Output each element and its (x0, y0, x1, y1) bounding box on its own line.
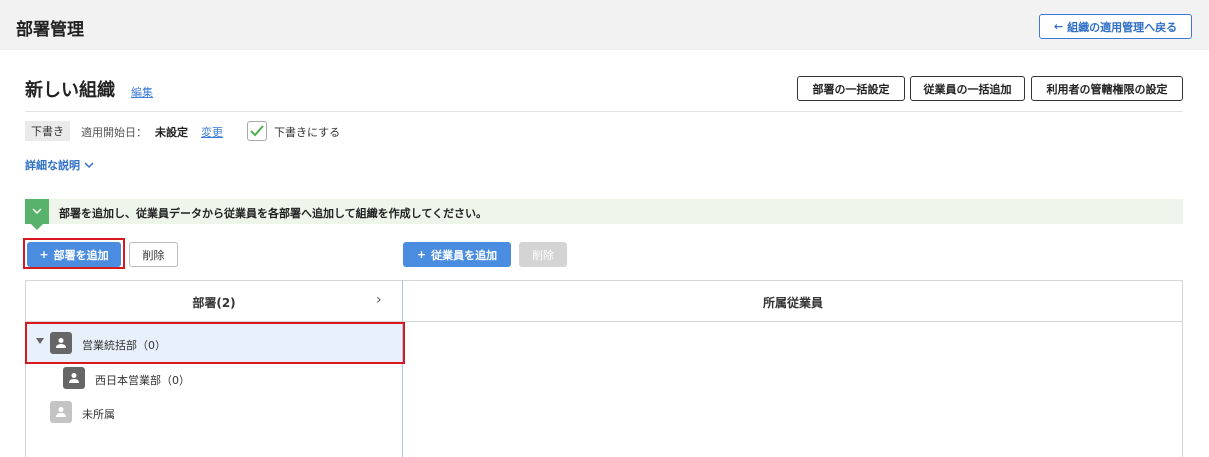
chevron-down-icon (84, 161, 94, 168)
plus-icon: + (416, 248, 427, 261)
detailed-description-label: 詳細な説明 (25, 159, 80, 172)
person-icon (50, 332, 72, 354)
start-date-value: 未設定 (155, 126, 188, 139)
tree-item-label[interactable]: 未所属 (82, 406, 115, 422)
delete-employee-button: 削除 (519, 242, 567, 267)
info-banner-tail (31, 224, 43, 230)
detailed-description-toggle[interactable]: 詳細な説明 (25, 157, 94, 173)
draft-badge: 下書き (25, 121, 70, 141)
checkmark-icon (250, 125, 264, 137)
delete-department-button[interactable]: 削除 (129, 242, 178, 267)
add-department-button[interactable]: + 部署を追加 (27, 242, 121, 267)
change-start-date-link[interactable]: 変更 (201, 124, 223, 140)
caret-down-icon[interactable] (36, 338, 44, 344)
divider (25, 111, 1183, 112)
info-message: 部署を追加し、従業員データから従業員を各部署へ追加して組織を作成してください。 (59, 207, 488, 220)
back-button-label: 組織の適用管理へ戻る (1067, 20, 1178, 34)
start-date-label: 適用開始日： (81, 126, 147, 139)
add-department-label: 部署を追加 (53, 248, 109, 262)
employee-column-header: 所属従業員 (762, 296, 823, 310)
info-chevron-icon (25, 199, 49, 224)
arrow-left-icon: ← (1053, 20, 1064, 33)
add-employee-label: 従業員を追加 (431, 248, 498, 262)
organization-name: 新しい組織 (25, 80, 115, 101)
add-employee-button[interactable]: + 従業員を追加 (403, 242, 511, 267)
tree-item-label[interactable]: 西日本営業部（0） (95, 372, 190, 388)
tree-item-label[interactable]: 営業統括部（0） (82, 337, 166, 353)
draft-checkbox-label[interactable]: 下書きにする (274, 124, 340, 140)
draft-checkbox[interactable] (247, 121, 267, 141)
person-icon (63, 367, 85, 389)
bulk-department-settings-button[interactable]: 部署の一括設定 (797, 76, 905, 101)
chevron-right-icon[interactable]: › (376, 292, 382, 308)
edit-link[interactable]: 編集 (131, 84, 153, 100)
user-permission-settings-button[interactable]: 利用者の管轄権限の設定 (1031, 76, 1183, 101)
page-title: 部署管理 (16, 20, 84, 40)
top-bar: 部署管理 ← 組織の適用管理へ戻る (0, 0, 1209, 50)
bulk-add-employees-button[interactable]: 従業員の一括追加 (910, 76, 1025, 101)
back-to-org-management-button[interactable]: ← 組織の適用管理へ戻る (1039, 14, 1192, 39)
plus-icon: + (39, 248, 49, 261)
department-column-header: 部署(2) (192, 296, 236, 310)
person-icon (50, 401, 72, 423)
